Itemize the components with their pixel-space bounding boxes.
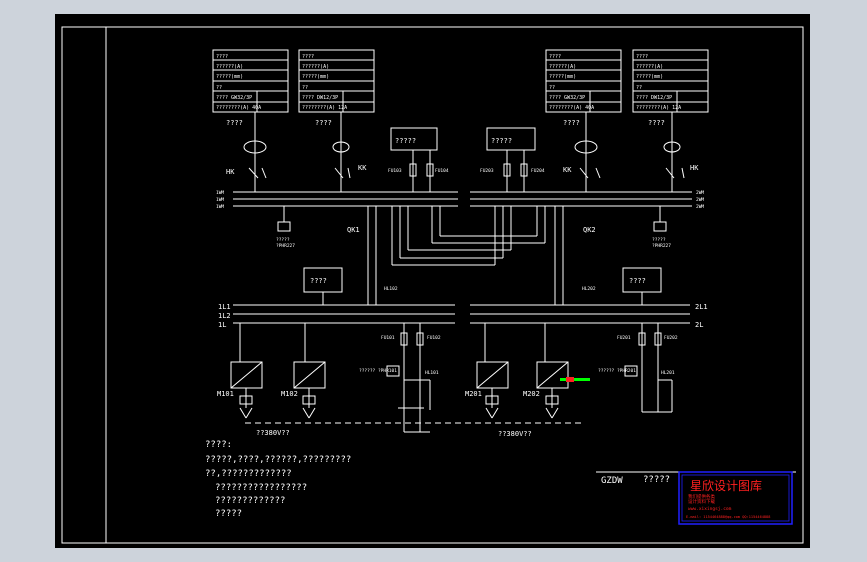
t2-r3: ?????(mm) bbox=[302, 74, 329, 80]
fu-201: FU201 bbox=[617, 335, 631, 341]
t3-r6: ????????(A) 40A bbox=[549, 105, 594, 111]
fu-204: FU204 bbox=[531, 168, 545, 174]
t2-r4: ?? bbox=[302, 85, 308, 91]
bus-2wm-2: 2WM bbox=[696, 197, 704, 203]
stamp-line-4: E-mail: 1154464888@qq.com QQ:1154464888 bbox=[686, 515, 770, 519]
ctl-right: ?????? ?PHR201 bbox=[598, 368, 636, 374]
relay-left-1: ????? bbox=[276, 237, 290, 243]
label-kk-right: KK bbox=[563, 166, 572, 174]
bus-1wm-3: 1WM bbox=[216, 204, 224, 210]
box-mid-left-text: ???? bbox=[310, 277, 327, 285]
bus-label-1l1: 1L1 bbox=[218, 303, 231, 311]
hl-201: HL201 bbox=[661, 370, 675, 376]
t4-r2: ??????(A) bbox=[636, 64, 663, 70]
caption-4: ???? bbox=[648, 119, 665, 127]
notes-line-4: ????????????? bbox=[215, 496, 285, 506]
voltage-right: ??380V?? bbox=[498, 430, 532, 438]
drawing-sheet bbox=[55, 14, 810, 548]
box-top-left-text: ????? bbox=[395, 137, 416, 145]
hl-101: HL101 bbox=[425, 370, 439, 376]
bus-1wm-2: 1WM bbox=[216, 197, 224, 203]
notes-line-3: ????????????????? bbox=[215, 483, 307, 493]
fu-104: FU104 bbox=[435, 168, 449, 174]
fu-203: FU203 bbox=[480, 168, 494, 174]
label-qk2: QK2 bbox=[583, 226, 596, 234]
t4-r4: ?? bbox=[636, 85, 642, 91]
bus-1wm-1: 1WM bbox=[216, 190, 224, 196]
label-m101: M101 bbox=[217, 390, 234, 398]
caption-3: ???? bbox=[563, 119, 580, 127]
t4-r1: ???? bbox=[636, 54, 648, 60]
t3-r2: ??????(A) bbox=[549, 64, 576, 70]
t3-r4: ?? bbox=[549, 85, 555, 91]
t1-r2: ??????(A) bbox=[216, 64, 243, 70]
notes-title: ????: bbox=[205, 440, 232, 450]
t1-r4: ?? bbox=[216, 85, 222, 91]
label-m202: M202 bbox=[523, 390, 540, 398]
t2-r2: ??????(A) bbox=[302, 64, 329, 70]
fu-202: FU202 bbox=[664, 335, 678, 341]
t4-r6: ????????(A) 12A bbox=[636, 105, 681, 111]
t2-r5: ???? DW12/3P bbox=[302, 95, 338, 101]
relay-right-2: ?PHR227 bbox=[652, 243, 671, 249]
label-kk-left: KK bbox=[358, 164, 367, 172]
voltage-left: ??380V?? bbox=[256, 429, 290, 437]
drawing-name: ????? bbox=[643, 475, 670, 485]
t3-r5: ???? GW32/3P bbox=[549, 95, 585, 101]
label-hk-right: HK bbox=[690, 164, 699, 172]
fu-102: FU102 bbox=[427, 335, 441, 341]
t1-r5: ???? GW32/3P bbox=[216, 95, 252, 101]
bus-label-2l1: 2L1 bbox=[695, 303, 708, 311]
t1-r3: ?????(mm) bbox=[216, 74, 243, 80]
fu-103: FU103 bbox=[388, 168, 402, 174]
label-hk-left: HK bbox=[226, 168, 235, 176]
fu-101: FU101 bbox=[381, 335, 395, 341]
notes-line-1: ?????,????,??????,????????? bbox=[205, 455, 351, 465]
bus-label-1l2: 1L2 bbox=[218, 312, 231, 320]
red-marker bbox=[566, 377, 574, 382]
ctl-left: ?????? ?PHR101 bbox=[359, 368, 397, 374]
relay-right-1: ????? bbox=[652, 237, 666, 243]
bus-2wm-1: 2WM bbox=[696, 190, 704, 196]
t2-r1: ???? bbox=[302, 54, 314, 60]
hl-202: HL202 bbox=[582, 286, 596, 292]
label-qk1: QK1 bbox=[347, 226, 360, 234]
stamp-title: 星欣设计图库 bbox=[690, 478, 762, 493]
label-m201: M201 bbox=[465, 390, 482, 398]
bus-2wm-3: 2WM bbox=[696, 204, 704, 210]
caption-1: ???? bbox=[226, 119, 243, 127]
stamp-line-3: www.xixingsj.com bbox=[688, 506, 732, 512]
box-mid-right-text: ???? bbox=[629, 277, 646, 285]
relay-left-2: ?PHR227 bbox=[276, 243, 295, 249]
t1-r6: ????????(A) 40A bbox=[216, 105, 261, 111]
t4-r3: ?????(mm) bbox=[636, 74, 663, 80]
box-top-right-text: ????? bbox=[491, 137, 512, 145]
t3-r3: ?????(mm) bbox=[549, 74, 576, 80]
label-m102: M102 bbox=[281, 390, 298, 398]
t4-r5: ???? DW12/3P bbox=[636, 95, 672, 101]
t2-r6: ????????(A) 12A bbox=[302, 105, 347, 111]
t3-r1: ???? bbox=[549, 54, 561, 60]
caption-2: ???? bbox=[315, 119, 332, 127]
t1-r1: ???? bbox=[216, 54, 228, 60]
drawing-code: GZDW bbox=[601, 476, 623, 486]
green-marker bbox=[560, 378, 590, 381]
bus-label-2l: 2L bbox=[695, 321, 703, 329]
notes-line-2: ??,????????????? bbox=[205, 469, 292, 479]
stamp-line-2: 设计资料下载 bbox=[688, 498, 715, 505]
stamp-line-1: 我们提供各类 bbox=[688, 493, 715, 500]
bus-label-1l: 1L bbox=[218, 321, 226, 329]
hl-102: HL102 bbox=[384, 286, 398, 292]
drawing-canvas: ???? ??????(A) ?????(mm) ?? ???? GW32/3P… bbox=[55, 14, 810, 548]
notes-line-5: ????? bbox=[215, 509, 242, 519]
